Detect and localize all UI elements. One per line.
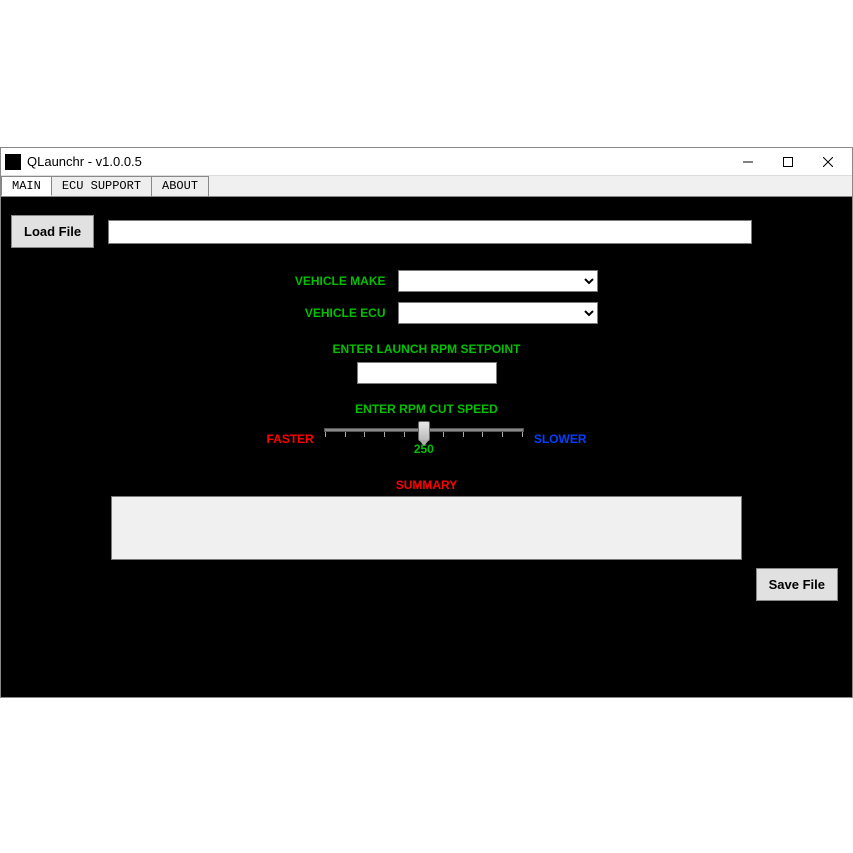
load-file-button[interactable]: Load File [11, 215, 94, 248]
close-icon [823, 157, 833, 167]
vehicle-make-dropdown[interactable] [398, 270, 598, 292]
vehicle-ecu-label: VEHICLE ECU [256, 306, 386, 320]
launch-rpm-input[interactable] [357, 362, 497, 384]
app-icon [5, 154, 21, 170]
cut-speed-label: ENTER RPM CUT SPEED [11, 402, 842, 416]
slider-row: FASTER 250 SLOWER [11, 422, 842, 456]
vehicle-ecu-row: VEHICLE ECU [11, 302, 842, 324]
close-button[interactable] [808, 148, 848, 176]
tab-bar: MAIN ECU SUPPORT ABOUT [1, 176, 852, 197]
minimize-button[interactable] [728, 148, 768, 176]
slider-track [324, 428, 524, 432]
vehicle-make-label: VEHICLE MAKE [256, 274, 386, 288]
vehicle-make-row: VEHICLE MAKE [11, 270, 842, 292]
file-path-input[interactable] [108, 220, 752, 244]
summary-textarea[interactable] [111, 496, 742, 560]
slider-thumb[interactable] [418, 421, 430, 441]
tab-main[interactable]: MAIN [1, 176, 52, 196]
slower-label: SLOWER [534, 432, 587, 446]
app-window: QLaunchr - v1.0.0.5 MAIN ECU SUPPORT ABO… [0, 147, 853, 698]
maximize-button[interactable] [768, 148, 808, 176]
main-content: Load File VEHICLE MAKE VEHICLE ECU ENTER… [1, 197, 852, 697]
cut-speed-slider[interactable]: 250 [324, 422, 524, 456]
titlebar: QLaunchr - v1.0.0.5 [1, 148, 852, 176]
faster-label: FASTER [266, 432, 313, 446]
save-row: Save File [11, 568, 842, 601]
minimize-icon [743, 157, 753, 167]
tab-about[interactable]: ABOUT [151, 176, 209, 196]
vehicle-ecu-dropdown[interactable] [398, 302, 598, 324]
summary-label: SUMMARY [11, 478, 842, 492]
tab-ecu-support[interactable]: ECU SUPPORT [51, 176, 152, 196]
launch-rpm-label: ENTER LAUNCH RPM SETPOINT [11, 342, 842, 356]
maximize-icon [783, 157, 793, 167]
save-file-button[interactable]: Save File [756, 568, 838, 601]
file-row: Load File [11, 215, 842, 248]
window-title: QLaunchr - v1.0.0.5 [27, 154, 728, 169]
window-controls [728, 148, 848, 176]
